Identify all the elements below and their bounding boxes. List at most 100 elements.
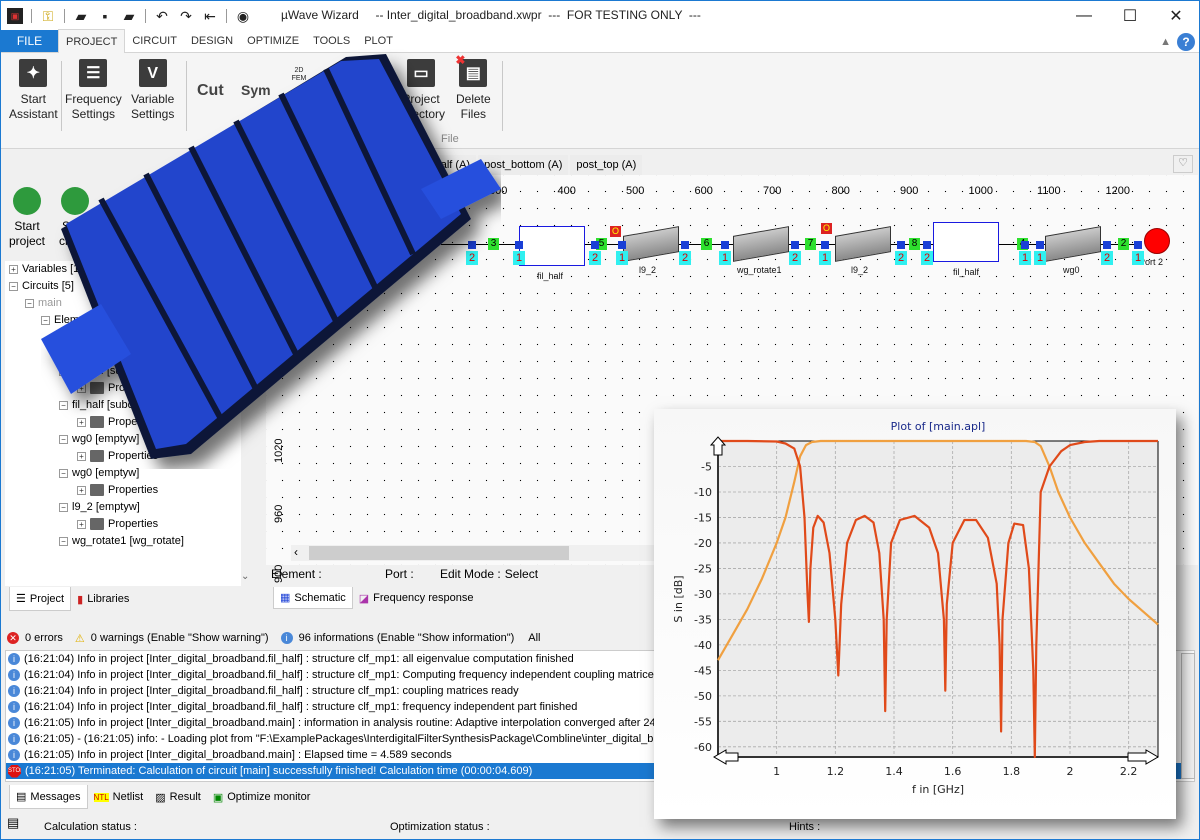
tree-scroll-down-icon[interactable]: ⌄ <box>241 571 249 582</box>
tab-schematic[interactable]: ▦ Schematic <box>273 587 353 609</box>
tab-circuit[interactable]: CIRCUIT <box>125 30 184 52</box>
project-directory-button[interactable]: ▭ Project Directory <box>397 59 445 122</box>
start-circuit-button[interactable]: Start circuit <box>59 187 90 249</box>
doc-tab[interactable]: (64) <box>381 155 413 175</box>
all-filter[interactable]: All <box>528 632 540 644</box>
tree-item-properties[interactable]: + Properties <box>77 448 158 464</box>
tab-optimize-monitor[interactable]: ▣ Optimize monitor <box>206 785 317 809</box>
collapse-icon[interactable]: − <box>59 366 68 376</box>
delete-files-button[interactable]: ▤ ✖ Delete Files <box>455 53 490 122</box>
messages-scrollbar[interactable] <box>1181 653 1195 779</box>
expand-icon[interactable]: + <box>77 451 86 461</box>
folder-icon[interactable]: ▰ <box>121 8 137 24</box>
key-icon[interactable]: ⚿ <box>40 8 56 24</box>
tab-project-tree[interactable]: ☰ Project <box>9 587 72 611</box>
tab-optimize[interactable]: OPTIMIZE <box>240 30 306 52</box>
tree-item-label: Properties <box>108 416 159 428</box>
close-button[interactable]: ✕ <box>1153 1 1199 31</box>
group-label-file: File <box>441 133 459 145</box>
tab-file[interactable]: FILE <box>1 30 58 52</box>
frequency-settings-button[interactable]: ☰ Frequency Settings <box>65 59 122 122</box>
tab-netlist[interactable]: NTL Netlist <box>87 785 150 809</box>
tab-overflow-button[interactable]: ♡ <box>1173 155 1193 173</box>
collapse-icon[interactable]: − <box>59 502 68 512</box>
sym-button[interactable]: Sym <box>241 83 271 98</box>
warnings-filter[interactable]: 0 warnings (Enable "Show warning") <box>91 632 269 644</box>
project-tree[interactable]: + Variables [14] − Circuits [5] − main − Elemen… <box>5 261 241 586</box>
tab-result[interactable]: ▨ Result <box>149 785 207 809</box>
tree-item[interactable]: − Elements <box>41 312 100 328</box>
tab-project[interactable]: PROJECT <box>58 29 126 53</box>
tree-item[interactable]: − l9_2 [emptyw] <box>59 499 140 515</box>
collapse-icon[interactable]: − <box>59 536 68 546</box>
doc-tab-post-top[interactable]: post_top (A) <box>570 155 643 175</box>
component-icon[interactable]: ◉ <box>235 8 251 24</box>
tree-item[interactable]: − fil_half [subckt_2] <box>59 363 157 379</box>
start-project-button[interactable]: Start project <box>9 187 45 249</box>
port-2[interactable] <box>1144 228 1170 254</box>
tree-item-properties[interactable]: + Properties <box>77 516 158 532</box>
expand-icon[interactable]: + <box>77 349 86 359</box>
tree-item-properties[interactable]: + Properties <box>77 414 158 430</box>
tree-item[interactable]: − wg0 [emptyw] <box>59 465 139 481</box>
tree-item-properties[interactable]: + Properties <box>77 482 158 498</box>
doc-tab-post-bottom[interactable]: post_bottom (A) <box>478 155 569 175</box>
collapse-icon[interactable]: − <box>41 315 50 325</box>
tree-item[interactable]: + Variables [14] <box>9 261 88 277</box>
collapse-icon[interactable]: − <box>59 468 68 478</box>
tab-label: Netlist <box>112 791 144 803</box>
tree-item[interactable]: − Circuits [5] <box>9 278 74 294</box>
doc-tab-fil-half[interactable]: fil_half (A) <box>414 155 477 175</box>
element-fil-half[interactable] <box>933 222 999 262</box>
undo-icon[interactable]: ↶ <box>154 8 170 24</box>
save-icon[interactable]: ▪ <box>97 8 113 24</box>
variable-settings-button[interactable]: V Variable Settings <box>131 59 174 122</box>
separator <box>31 9 32 23</box>
tab-libraries[interactable]: ▮ Libraries <box>71 587 136 611</box>
app-logo-icon[interactable]: ▣ <box>7 8 23 24</box>
expand-icon[interactable]: + <box>77 417 86 427</box>
scroll-left-icon[interactable]: ‹ <box>294 545 298 559</box>
window-title: µWave Wizard -- Inter_digital_broadband.… <box>281 8 701 22</box>
button-label: Files <box>460 107 487 121</box>
ruler-tick-label: 900 <box>900 185 919 197</box>
tab-messages[interactable]: ▤ Messages <box>9 785 88 809</box>
minimize-button[interactable]: — <box>1061 1 1107 31</box>
collapse-icon[interactable]: − <box>9 281 18 291</box>
tab-design[interactable]: DESIGN <box>184 30 240 52</box>
infos-filter[interactable]: 96 informations (Enable "Show informatio… <box>299 632 515 644</box>
tree-item-properties[interactable]: + Properties <box>77 346 158 362</box>
redo-icon[interactable]: ↷ <box>178 8 194 24</box>
expand-icon[interactable]: + <box>77 519 86 529</box>
tree-item[interactable]: − wg_rotate1 [wg_rotate] <box>59 533 184 549</box>
expand-icon[interactable]: + <box>9 264 18 274</box>
tree-item[interactable]: − [port] <box>59 329 97 345</box>
tree-item[interactable]: − fil_half [subckt_2] <box>59 397 157 413</box>
revert-icon[interactable]: ⇤ <box>202 8 218 24</box>
help-icon[interactable]: ? <box>1177 33 1195 51</box>
tab-plot[interactable]: PLOT <box>357 30 400 52</box>
tab-frequency-response[interactable]: ◪ Frequency response <box>352 587 480 609</box>
fem-2d-button[interactable]: 2D FEM <box>291 67 307 83</box>
plot-window[interactable]: Plot of [main.apl] -5 -10 -15 -20 -25 -30 -35 -4… <box>654 409 1176 819</box>
open-folder-icon[interactable]: ▰ <box>73 8 89 24</box>
tree-item-properties[interactable]: + Properties <box>77 380 158 396</box>
tree-item[interactable]: − wg0 [emptyw] <box>59 431 139 447</box>
errors-filter[interactable]: 0 errors <box>25 632 63 644</box>
tree-item[interactable]: − main <box>25 295 62 311</box>
collapse-icon[interactable]: − <box>59 332 68 342</box>
collapse-ribbon-icon[interactable]: ▲ <box>1160 36 1171 48</box>
expand-icon[interactable]: + <box>77 485 86 495</box>
ruler-tick-label: 1200 <box>1105 185 1130 197</box>
expand-icon[interactable]: + <box>77 383 86 393</box>
collapse-icon[interactable]: − <box>25 298 34 308</box>
tab-tools[interactable]: TOOLS <box>306 30 357 52</box>
scrollbar-thumb[interactable] <box>309 546 569 560</box>
collapse-icon[interactable]: − <box>59 434 68 444</box>
element-fil-half[interactable] <box>519 226 585 266</box>
collapse-icon[interactable]: − <box>59 400 68 410</box>
start-assistant-button[interactable]: ✦ Start Assistant <box>9 59 58 122</box>
button-label: project <box>9 234 46 248</box>
maximize-button[interactable]: ☐ <box>1107 1 1153 31</box>
cut-button[interactable]: Cut <box>197 83 224 99</box>
